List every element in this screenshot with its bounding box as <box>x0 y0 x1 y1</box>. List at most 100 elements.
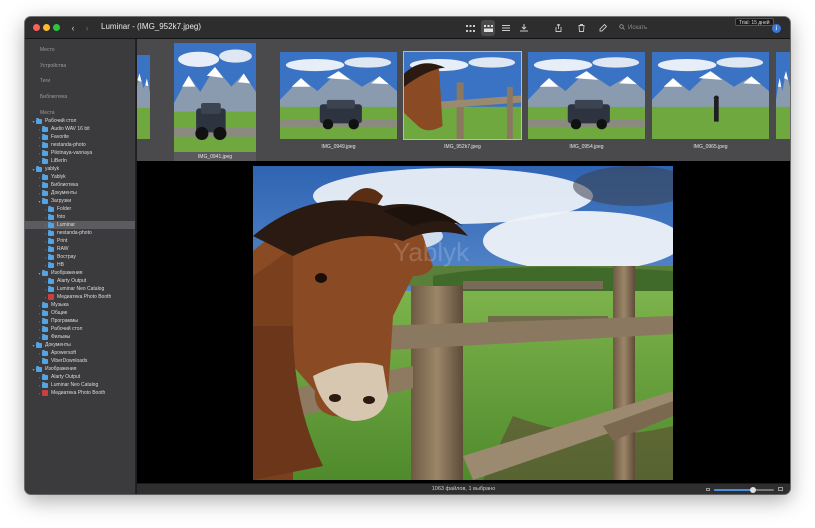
folder-icon <box>48 253 54 260</box>
sidebar-tree-item[interactable]: › Print <box>25 237 135 245</box>
filmstrip-view-icon[interactable] <box>481 20 495 36</box>
zoom-in-icon[interactable] <box>778 487 783 491</box>
sidebar-tree-label: Print <box>57 238 68 244</box>
sidebar-tree-item[interactable]: ▾ Загрузки <box>25 197 135 205</box>
zoom-out-icon[interactable] <box>706 488 710 491</box>
sidebar-tree-item[interactable]: › Alarty Output <box>25 277 135 285</box>
sidebar-tree-item[interactable]: › Yablyk <box>25 173 135 181</box>
thumbnail-frame <box>403 51 522 140</box>
thumbnail-frame <box>528 52 645 139</box>
import-icon[interactable] <box>519 20 529 36</box>
back-icon[interactable]: ‹ <box>69 20 77 36</box>
sidebar-tree-label: nestanda-photo <box>57 230 92 236</box>
sidebar-tree-item[interactable]: › foto <box>25 213 135 221</box>
search-field[interactable]: Искать <box>619 22 729 34</box>
sidebar-tree-item[interactable]: ▾ yablyk <box>25 165 135 173</box>
thumbnail[interactable] <box>776 52 790 151</box>
grid-view-icon[interactable] <box>465 20 475 36</box>
folder-icon <box>42 317 48 324</box>
edit-icon[interactable] <box>598 20 608 36</box>
zoom-slider-knob[interactable] <box>750 487 756 493</box>
sidebar-tree-item[interactable]: › Медиатека Photo Booth <box>25 293 135 301</box>
thumbnail-frame <box>652 52 769 139</box>
sidebar-tree-item[interactable]: ▾ Рабочий стол <box>25 117 135 125</box>
sidebar-tree-item[interactable]: › LiBerIn <box>25 157 135 165</box>
thumbnail[interactable]: IMG_0949.jpeg <box>280 52 397 151</box>
thumbnail-image <box>137 55 150 139</box>
thumbnail-image <box>280 52 397 139</box>
sidebar-tree-item[interactable]: › Audio WAV 16 bit <box>25 125 135 133</box>
sidebar-tree-item[interactable]: ▾ Документы <box>25 341 135 349</box>
search-icon <box>619 24 625 32</box>
thumbnail-strip[interactable]: IMG_0941.jpeg IMG_0949.jpeg IMG_952k7.jpeg… <box>137 39 790 161</box>
sidebar-tree-item[interactable]: › Pilotnaya-vannaya <box>25 149 135 157</box>
close-window-button[interactable] <box>33 24 40 31</box>
sidebar-tree-item[interactable]: ▾ Изображения <box>25 269 135 277</box>
folder-icon <box>42 301 48 308</box>
folder-icon <box>48 245 54 252</box>
thumbnail-image <box>404 52 521 139</box>
sidebar-tree-label: Folder <box>57 206 72 212</box>
sidebar-tree-item[interactable]: › Документы <box>25 189 135 197</box>
sidebar-tree-label: Медиатека Photo Booth <box>57 294 112 300</box>
thumbnail[interactable]: IMG_0941.jpeg <box>174 43 256 161</box>
folder-icon <box>48 237 54 244</box>
sidebar-tree-item[interactable]: ▾ Изображения <box>25 365 135 373</box>
forward-icon[interactable]: › <box>83 20 91 36</box>
zoom-window-button[interactable] <box>53 24 60 31</box>
sidebar-tree-label: Luminar <box>57 222 76 228</box>
sidebar-tree-item[interactable]: › Luminar Neo Catalog <box>25 381 135 389</box>
thumbnail[interactable]: IMG_0965.jpeg <box>652 52 769 151</box>
info-icon[interactable]: i <box>772 24 781 33</box>
sidebar-tree-item[interactable]: › nestanda-photo <box>25 229 135 237</box>
folder-icon <box>42 381 48 388</box>
sidebar-tree-label: nestanda-photo <box>51 142 86 148</box>
sidebar-tree-label: Pilotnaya-vannaya <box>51 150 93 156</box>
folder-icon <box>42 181 48 188</box>
sidebar-tree-item[interactable]: › ViberDownloads <box>25 357 135 365</box>
sidebar-tree-item[interactable]: › Рабочий стол <box>25 325 135 333</box>
sidebar-tree-item[interactable]: › nestanda-photo <box>25 141 135 149</box>
sidebar-tree-item[interactable]: › Favorite <box>25 133 135 141</box>
thumbnail[interactable]: IMG_952k7.jpeg <box>403 51 522 151</box>
image-viewer[interactable]: Yablyk <box>137 161 790 483</box>
folder-icon <box>42 269 48 276</box>
sidebar-tree-item[interactable]: › Вострау <box>25 253 135 261</box>
sidebar-tree-item[interactable]: › Luminar <box>25 221 135 229</box>
sidebar-tree-item[interactable]: › RAW <box>25 245 135 253</box>
sidebar-tree-item[interactable]: › Библиотека <box>25 181 135 189</box>
sidebar-tree-item[interactable]: › Медиатека Photo Booth <box>25 389 135 397</box>
sidebar-tree-label: RAW <box>57 246 69 252</box>
window-title: Luminar - (IMG_952k7.jpeg) <box>101 22 202 31</box>
zoom-slider[interactable] <box>714 487 774 493</box>
sidebar-tree-item[interactable]: › Музыка <box>25 301 135 309</box>
thumbnail-image <box>528 52 645 139</box>
folder-icon <box>48 277 54 284</box>
list-view-icon[interactable] <box>501 20 511 36</box>
thumbnail-caption: IMG_952k7.jpeg <box>444 144 481 150</box>
thumbnail[interactable]: IMG_0954.jpeg <box>528 52 645 151</box>
sidebar-tree-item[interactable]: › HB <box>25 261 135 269</box>
sidebar-tree-label: Документы <box>45 342 71 348</box>
sidebar-tree-item[interactable]: › Luminar Neo Catalog <box>25 285 135 293</box>
folder-icon <box>42 325 48 332</box>
share-icon[interactable] <box>553 20 563 36</box>
sidebar-tree-label: Luminar Neo Catalog <box>51 382 99 388</box>
sidebar-tree-item[interactable]: › Программы <box>25 317 135 325</box>
sidebar-tree-label: yablyk <box>45 166 60 172</box>
main-photo[interactable]: Yablyk <box>253 166 673 480</box>
sidebar-tree-label: Документы <box>51 190 77 196</box>
sidebar-tree-item[interactable]: › Alarty Output <box>25 373 135 381</box>
minimize-window-button[interactable] <box>43 24 50 31</box>
sidebar-tree-label: Рабочий стол <box>51 326 83 332</box>
sidebar-tree-item[interactable]: › Folder <box>25 205 135 213</box>
sidebar-tree-label: Apowersoft <box>51 350 77 356</box>
trash-icon[interactable] <box>576 20 586 36</box>
sidebar-tree-item[interactable]: › Apowersoft <box>25 349 135 357</box>
sidebar-tree-item[interactable]: › Общие <box>25 309 135 317</box>
sidebar-section-header: Теги <box>40 78 51 84</box>
folder-icon <box>42 125 48 132</box>
thumbnail[interactable] <box>137 55 150 151</box>
sidebar-tree-item[interactable]: › Фильмы <box>25 333 135 341</box>
trial-badge[interactable]: Trial: 15 дней <box>735 18 774 26</box>
